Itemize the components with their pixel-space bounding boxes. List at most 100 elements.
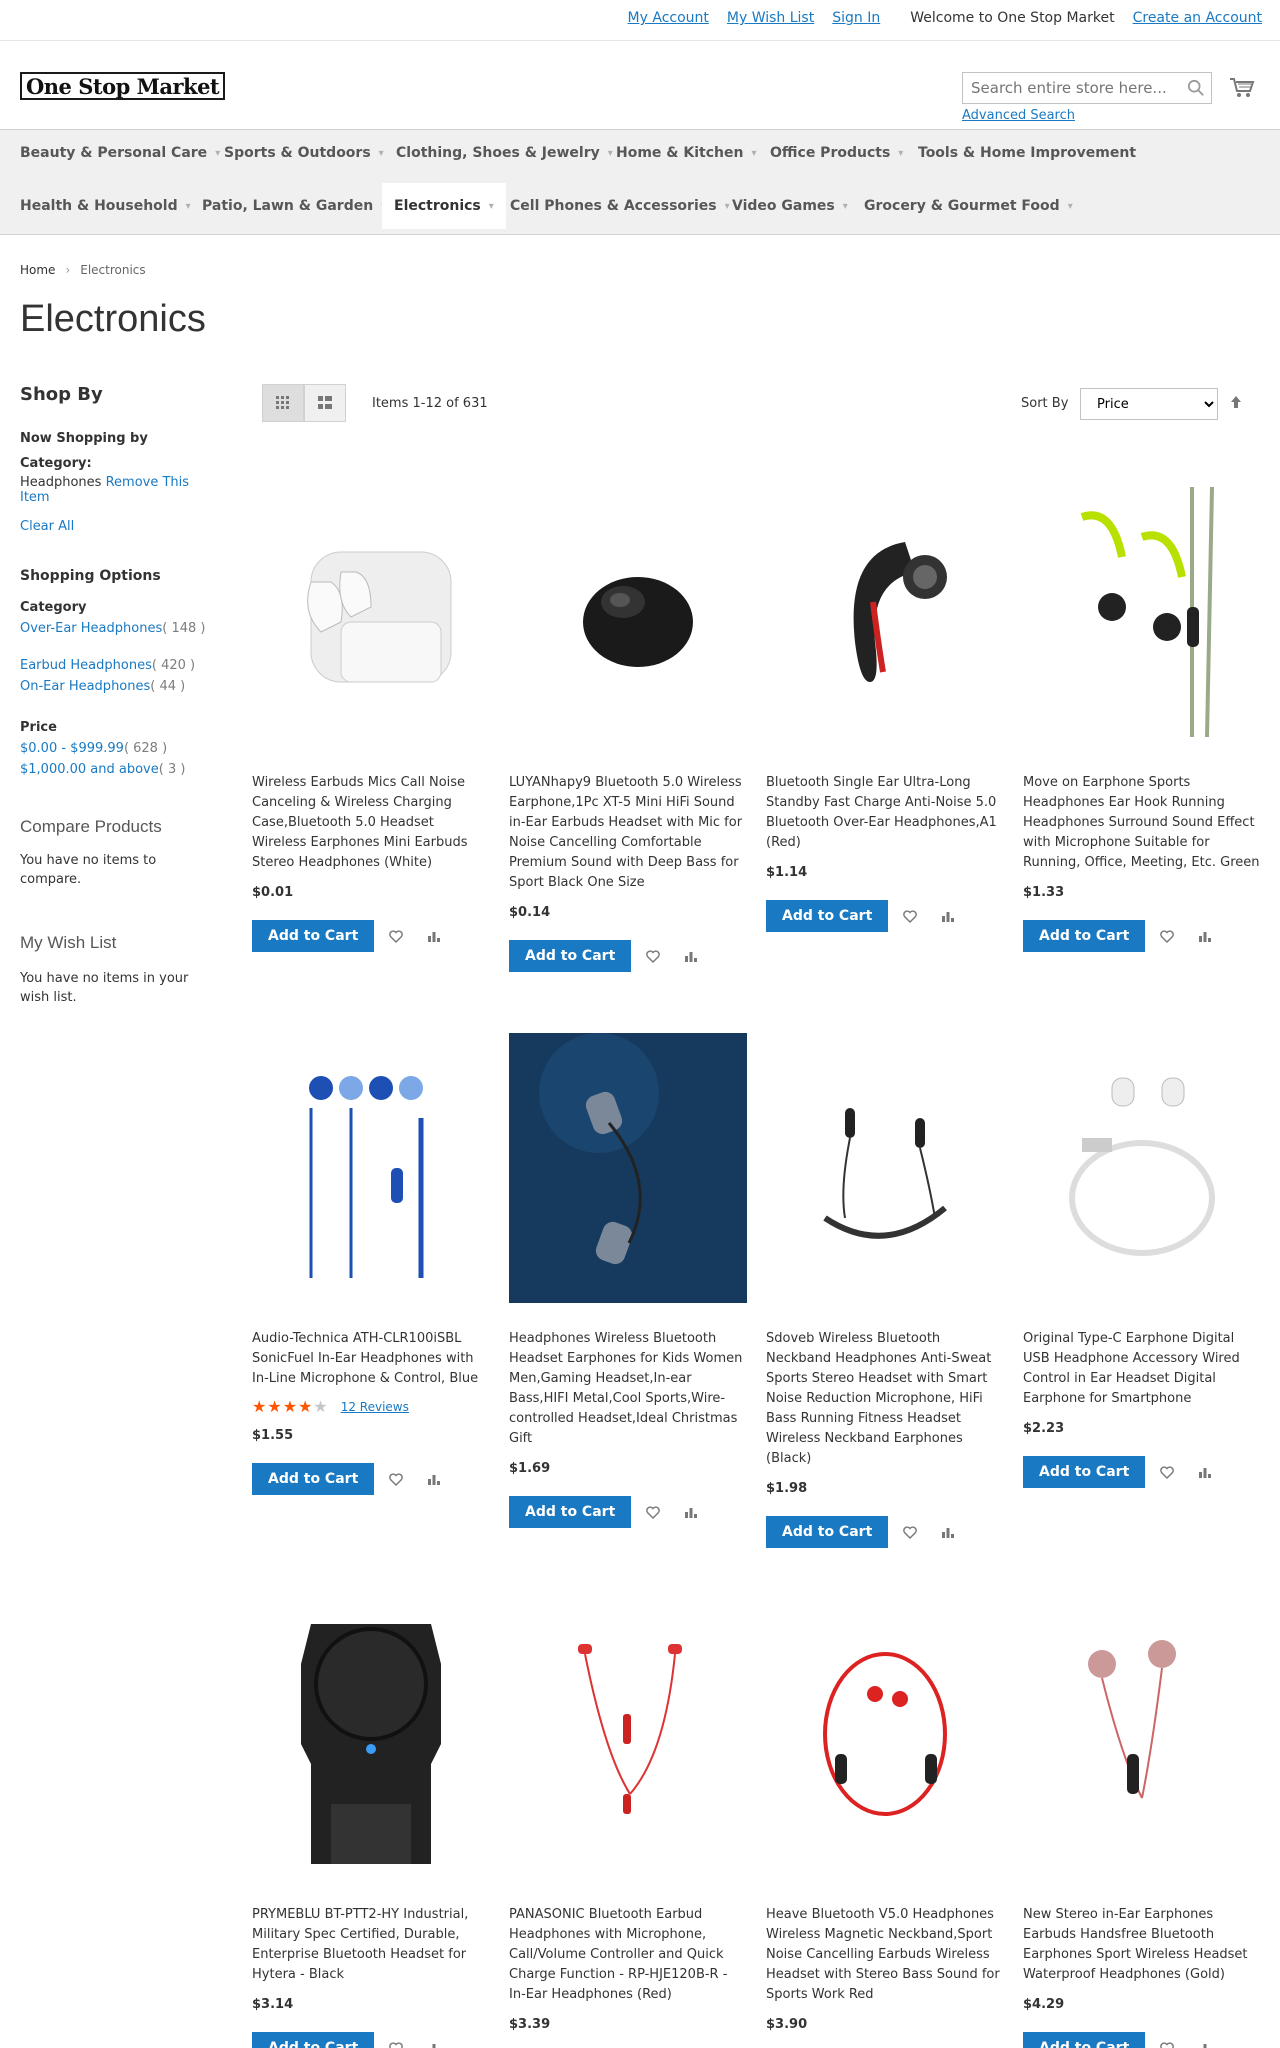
- heart-icon[interactable]: [894, 1516, 926, 1548]
- cart-icon[interactable]: [1225, 72, 1259, 104]
- search-icon[interactable]: [1187, 79, 1205, 97]
- product-name[interactable]: Bluetooth Single Ear Ultra-Long Standby …: [766, 773, 1004, 853]
- product-image[interactable]: [1023, 1597, 1261, 1891]
- compare-icon[interactable]: [418, 2032, 450, 2048]
- nav-item-beauty[interactable]: Beauty & Personal Care ▾: [8, 130, 232, 176]
- product-actions: Add to Cart: [1023, 2032, 1261, 2048]
- nav-item-grocery[interactable]: Grocery & Gourmet Food ▾: [852, 183, 1085, 229]
- create-account-link[interactable]: Create an Account: [1133, 10, 1262, 26]
- compare-icon[interactable]: [418, 920, 450, 952]
- add-to-cart-button[interactable]: Add to Cart: [766, 1516, 889, 1548]
- product-image[interactable]: [766, 465, 1004, 759]
- breadcrumb-home[interactable]: Home: [20, 263, 55, 277]
- product-actions: Add to Cart: [1023, 920, 1261, 952]
- add-to-cart-button[interactable]: Add to Cart: [252, 1463, 375, 1495]
- nav-item-cell-phones[interactable]: Cell Phones & Accessories ▾: [498, 183, 742, 229]
- nav-item-sports[interactable]: Sports & Outdoors ▾: [212, 130, 396, 176]
- add-to-cart-button[interactable]: Add to Cart: [252, 2032, 375, 2048]
- compare-icon[interactable]: [418, 1463, 450, 1495]
- product-image[interactable]: [1023, 1021, 1261, 1315]
- product-name[interactable]: Headphones Wireless Bluetooth Headset Ea…: [509, 1329, 747, 1449]
- add-to-cart-button[interactable]: Add to Cart: [509, 940, 632, 972]
- product-price: $1.33: [1023, 885, 1065, 900]
- nav-item-electronics[interactable]: Electronics ▾: [382, 183, 506, 229]
- product-image[interactable]: [252, 1021, 490, 1315]
- chevron-down-icon: ▾: [1067, 200, 1073, 212]
- nav-item-patio[interactable]: Patio, Lawn & Garden▾: [190, 183, 398, 229]
- heart-icon[interactable]: [1151, 920, 1183, 952]
- sort-select[interactable]: Price: [1080, 388, 1218, 420]
- product-name[interactable]: PANASONIC Bluetooth Earbud Headphones wi…: [509, 1905, 747, 2005]
- heart-icon[interactable]: [637, 1496, 669, 1528]
- advanced-search-link[interactable]: Advanced Search: [962, 108, 1075, 123]
- nav-item-office[interactable]: Office Products ▾: [758, 130, 915, 176]
- compare-icon[interactable]: [932, 900, 964, 932]
- add-to-cart-button[interactable]: Add to Cart: [252, 920, 375, 952]
- nav-item-home-kitchen[interactable]: Home & Kitchen ▾: [604, 130, 768, 176]
- compare-icon[interactable]: [675, 1496, 707, 1528]
- compare-title: Compare Products: [20, 817, 162, 836]
- my-account-link[interactable]: My Account: [628, 10, 709, 26]
- product-price: $3.14: [252, 1997, 294, 2012]
- add-to-cart-button[interactable]: Add to Cart: [509, 1496, 632, 1528]
- search-box: [962, 72, 1212, 104]
- sign-in-link[interactable]: Sign In: [832, 10, 880, 26]
- add-to-cart-button[interactable]: Add to Cart: [1023, 920, 1146, 952]
- store-logo[interactable]: One Stop Market: [20, 72, 226, 100]
- heart-icon[interactable]: [1151, 2032, 1183, 2048]
- compare-icon[interactable]: [1189, 2032, 1221, 2048]
- category-option[interactable]: Earbud Headphones( 420 ): [20, 658, 210, 673]
- heart-icon[interactable]: [637, 940, 669, 972]
- product-name[interactable]: Wireless Earbuds Mics Call Noise Canceli…: [252, 773, 490, 873]
- product-name[interactable]: PRYMEBLU BT-PTT2-HY Industrial, Military…: [252, 1905, 490, 1985]
- heart-icon[interactable]: [380, 1463, 412, 1495]
- product-name[interactable]: Audio-Technica ATH-CLR100iSBL SonicFuel …: [252, 1329, 490, 1389]
- price-option[interactable]: $0.00 - $999.99( 628 ): [20, 741, 210, 756]
- category-option[interactable]: On-Ear Headphones( 44 ): [20, 679, 210, 694]
- product-image[interactable]: [509, 1021, 747, 1315]
- heart-icon[interactable]: [894, 900, 926, 932]
- product-image[interactable]: [509, 1597, 747, 1891]
- nav-item-health[interactable]: Health & Household ▾: [8, 183, 203, 229]
- product-image[interactable]: [766, 1597, 1004, 1891]
- product-image[interactable]: [252, 465, 490, 759]
- product-name[interactable]: Move on Earphone Sports Headphones Ear H…: [1023, 773, 1261, 873]
- product-name[interactable]: Original Type-C Earphone Digital USB Hea…: [1023, 1329, 1261, 1409]
- product-image[interactable]: [509, 465, 747, 759]
- active-filter-label: Category:: [20, 456, 92, 471]
- compare-icon[interactable]: [1189, 1456, 1221, 1488]
- shop-by-title: Shop By: [20, 384, 103, 405]
- heart-icon[interactable]: [380, 920, 412, 952]
- nav-item-tools[interactable]: Tools & Home Improvement: [906, 130, 1148, 176]
- add-to-cart-button[interactable]: Add to Cart: [1023, 2032, 1146, 2048]
- list-view-icon[interactable]: [304, 384, 346, 422]
- product-image[interactable]: [766, 1021, 1004, 1315]
- sort-direction-icon[interactable]: [1223, 386, 1249, 418]
- product-price: $3.39: [509, 2017, 551, 2032]
- clear-all-link[interactable]: Clear All: [20, 519, 210, 534]
- category-filter-list: Over-Ear Headphones( 148 ) Earbud Headph…: [20, 621, 210, 694]
- product-name[interactable]: LUYANhapy9 Bluetooth 5.0 Wireless Earpho…: [509, 773, 747, 893]
- heart-icon[interactable]: [1151, 1456, 1183, 1488]
- product-image[interactable]: [1023, 465, 1261, 759]
- product-image[interactable]: [252, 1597, 490, 1891]
- product-name[interactable]: Heave Bluetooth V5.0 Headphones Wireless…: [766, 1905, 1004, 2005]
- product-price: $1.98: [766, 1481, 808, 1496]
- grid-view-icon[interactable]: [262, 384, 304, 422]
- shopping-options-title: Shopping Options: [20, 568, 161, 584]
- add-to-cart-button[interactable]: Add to Cart: [766, 900, 889, 932]
- compare-icon[interactable]: [675, 940, 707, 972]
- compare-icon[interactable]: [932, 1516, 964, 1548]
- category-option[interactable]: Over-Ear Headphones( 148 ): [20, 621, 210, 636]
- search-input[interactable]: [963, 73, 1211, 103]
- heart-icon[interactable]: [380, 2032, 412, 2048]
- nav-item-clothing[interactable]: Clothing, Shoes & Jewelry ▾: [384, 130, 625, 176]
- compare-icon[interactable]: [1189, 920, 1221, 952]
- product-name[interactable]: New Stereo in-Ear Earphones Earbuds Hand…: [1023, 1905, 1261, 1985]
- my-wish-list-link[interactable]: My Wish List: [727, 10, 814, 26]
- reviews-link[interactable]: 12 Reviews: [341, 1400, 409, 1414]
- price-option[interactable]: $1,000.00 and above( 3 ): [20, 762, 210, 777]
- product-name[interactable]: Sdoveb Wireless Bluetooth Neckband Headp…: [766, 1329, 1004, 1469]
- nav-item-video-games[interactable]: Video Games ▾: [720, 183, 860, 229]
- add-to-cart-button[interactable]: Add to Cart: [1023, 1456, 1146, 1488]
